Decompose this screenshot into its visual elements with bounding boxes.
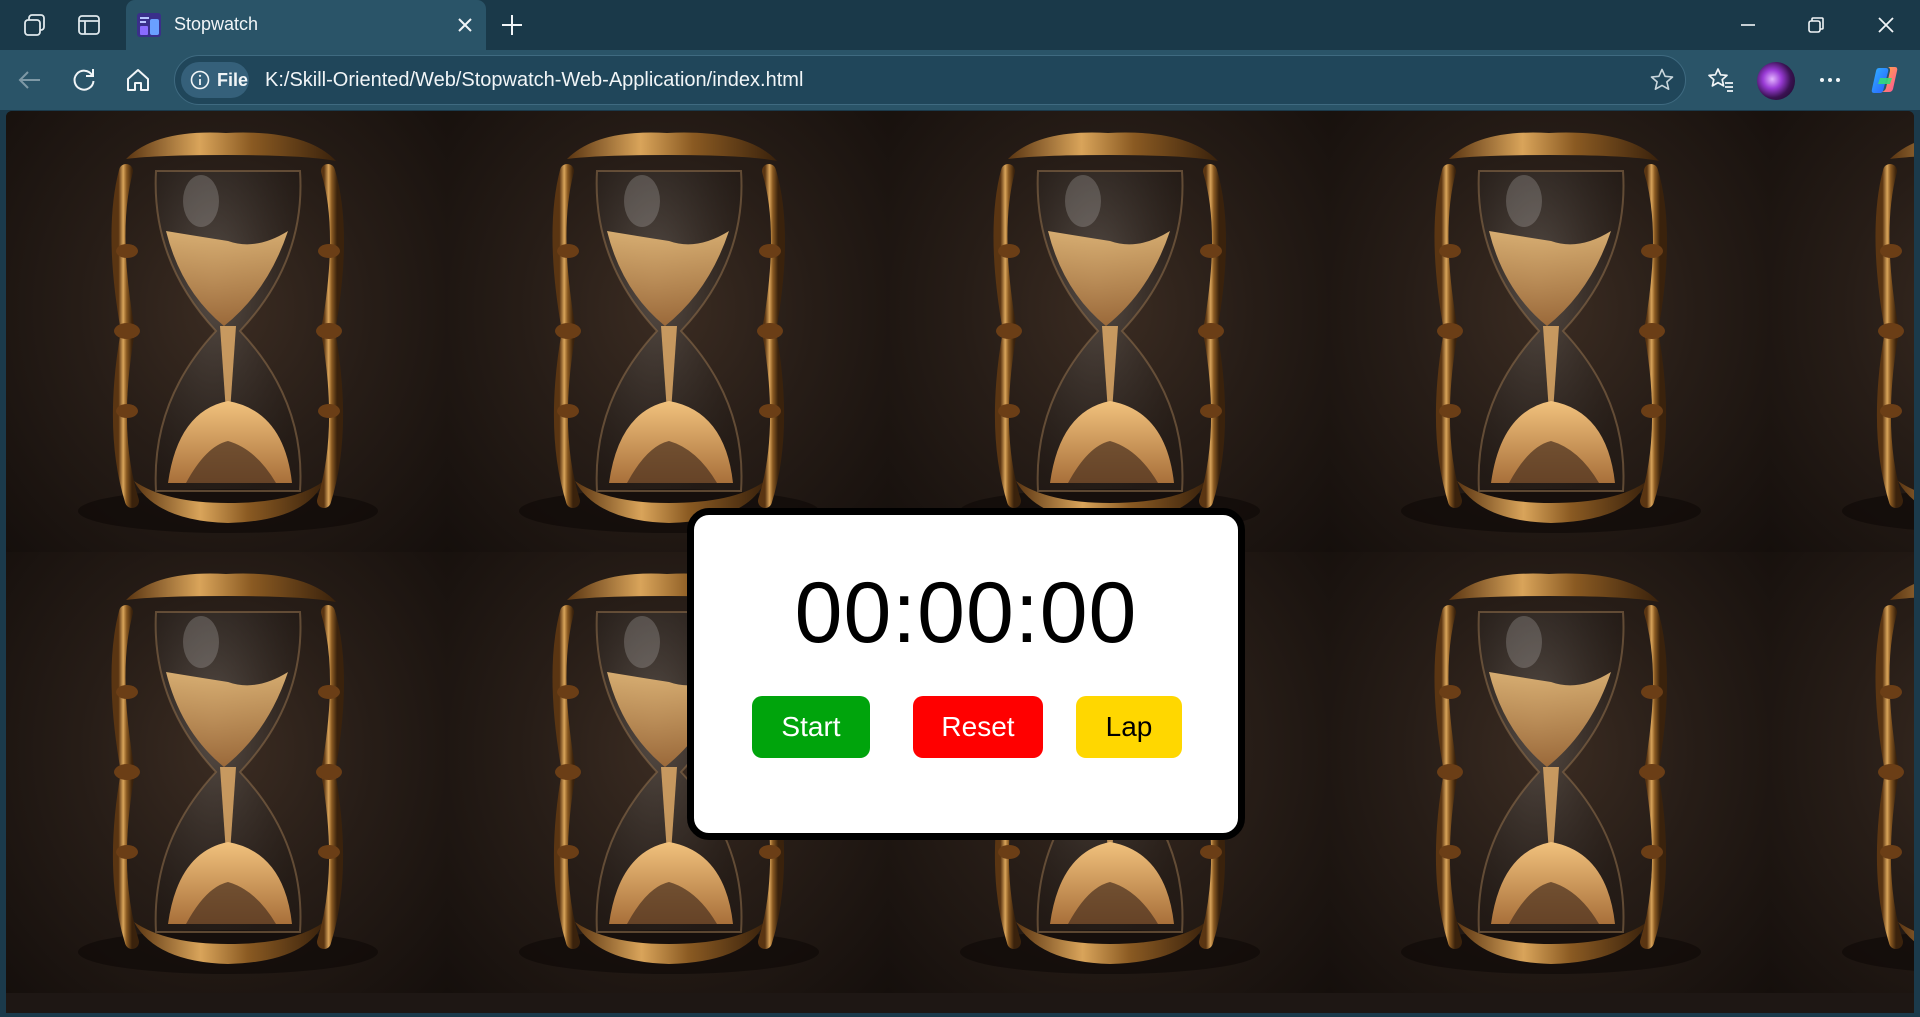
url-text[interactable]: K:/Skill-Oriented/Web/Stopwatch-Web-Appl…	[265, 69, 803, 92]
profile-avatar[interactable]	[1757, 62, 1795, 100]
close-icon[interactable]	[452, 12, 478, 38]
back-icon[interactable]	[12, 62, 48, 98]
hourglass-tile	[1770, 111, 1914, 552]
copilot-icon[interactable]	[1868, 63, 1902, 97]
tab-stopwatch[interactable]: Stopwatch	[126, 0, 486, 51]
tab-title: Stopwatch	[174, 14, 259, 34]
hourglass-tile	[6, 552, 447, 993]
timer-display: 00:00:00	[794, 565, 1138, 661]
favorite-star-icon[interactable]	[1649, 67, 1675, 93]
title-bar: Stopwatch	[0, 0, 1920, 51]
file-scheme-label: File	[217, 69, 249, 90]
tab-favicon-icon	[137, 13, 161, 37]
window-bottom-edge	[0, 1013, 1920, 1017]
new-tab-icon[interactable]	[499, 12, 525, 38]
address-bar[interactable]: File K:/Skill-Oriented/Web/Stopwatch-Web…	[174, 55, 1686, 105]
tab-actions-icon[interactable]	[76, 12, 102, 38]
lap-button[interactable]: Lap	[1076, 696, 1182, 758]
home-icon[interactable]	[120, 62, 156, 98]
workspaces-icon[interactable]	[22, 12, 48, 38]
restore-icon[interactable]	[1786, 0, 1846, 50]
hourglass-tile	[888, 111, 1329, 552]
hourglass-tile	[1329, 111, 1770, 552]
hourglass-tile	[6, 111, 447, 552]
hourglass-tile	[447, 111, 888, 552]
info-icon	[190, 70, 210, 90]
page-viewport: 00:00:00 Start Reset Lap	[6, 111, 1914, 1013]
favorites-icon[interactable]	[1703, 62, 1739, 98]
navigation-bar: File K:/Skill-Oriented/Web/Stopwatch-Web…	[0, 50, 1920, 110]
hourglass-tile	[1329, 552, 1770, 993]
window-close-icon[interactable]	[1856, 0, 1916, 50]
hourglass-tile	[1770, 552, 1914, 993]
minimize-icon[interactable]	[1718, 0, 1778, 50]
reset-button[interactable]: Reset	[913, 696, 1043, 758]
stopwatch-card: 00:00:00 Start Reset Lap	[687, 508, 1245, 840]
refresh-icon[interactable]	[66, 62, 102, 98]
site-info-button[interactable]: File	[181, 62, 249, 98]
start-button[interactable]: Start	[752, 696, 870, 758]
more-icon[interactable]	[1812, 62, 1848, 98]
